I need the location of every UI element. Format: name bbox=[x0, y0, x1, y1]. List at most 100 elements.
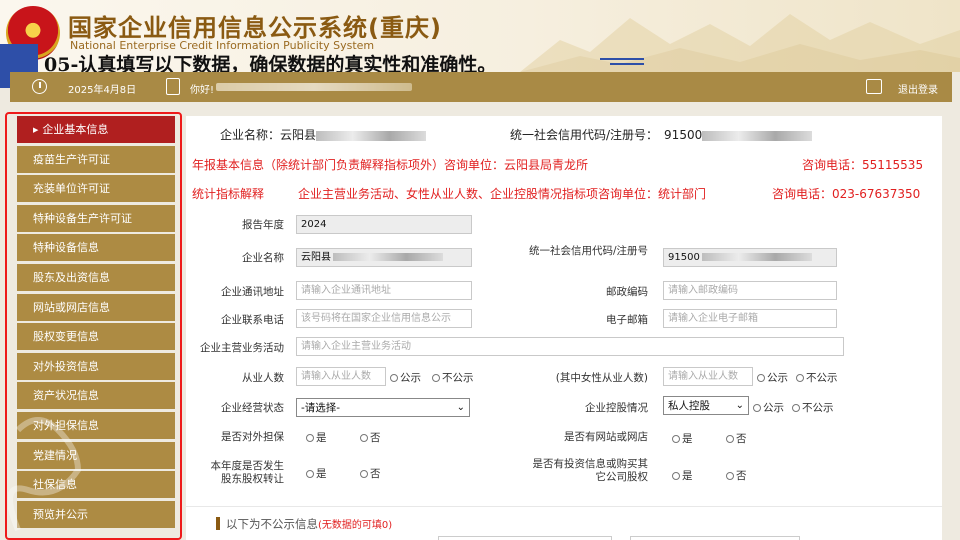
guarantee-label: 是否对外担保 bbox=[221, 431, 284, 443]
phone-input[interactable]: 该号码将在国家企业信用信息公示 bbox=[296, 309, 472, 328]
radio-circle-icon bbox=[432, 374, 440, 382]
address-input[interactable]: 请输入企业通讯地址 bbox=[296, 281, 472, 300]
sidebar-item-basic-info[interactable]: ▶ 企业基本信息 bbox=[17, 116, 175, 143]
app-window: 国家企业信用信息公示系统(重庆) National Enterprise Cre… bbox=[0, 0, 960, 540]
address-label: 企业通讯地址 bbox=[221, 286, 284, 298]
radio-circle-icon bbox=[306, 470, 314, 478]
current-date: 2025年4月8日 bbox=[68, 85, 137, 96]
consult-phone-2: 咨询电话：023-67637350 bbox=[772, 187, 921, 201]
phone-label: 企业联系电话 bbox=[221, 314, 284, 326]
guarantee-yes-radio[interactable]: 是 bbox=[306, 430, 327, 445]
radio-label: 否 bbox=[370, 432, 381, 444]
radio-label: 否 bbox=[736, 470, 747, 482]
company-name-value: 云阳县 bbox=[280, 128, 317, 142]
postcode-input[interactable]: 请输入邮政编码 bbox=[663, 281, 837, 300]
sidebar-item-social-security[interactable]: 社保信息 bbox=[17, 471, 175, 499]
consult-phone-1: 咨询电话：55115535 bbox=[802, 158, 924, 172]
invest-no-radio[interactable]: 否 bbox=[726, 468, 747, 483]
hidden-input-1[interactable] bbox=[438, 536, 612, 540]
invest-label: 是否有投资信息或购买其它公司股权 bbox=[532, 458, 649, 483]
chevron-down-icon: ⌄ bbox=[456, 402, 465, 413]
sidebar-item-investment[interactable]: 对外投资信息 bbox=[17, 352, 175, 380]
radio-circle-icon bbox=[726, 435, 734, 443]
employees-input[interactable]: 请输入从业人数 bbox=[296, 367, 386, 386]
holding-private-radio[interactable]: 不公示 bbox=[792, 400, 834, 415]
hidden-input-2[interactable] bbox=[630, 536, 800, 540]
female-public-radio[interactable]: 公示 bbox=[757, 370, 788, 385]
username-redacted bbox=[216, 83, 412, 91]
greeting-text: 你好! bbox=[190, 85, 215, 96]
radio-circle-icon bbox=[360, 470, 368, 478]
email-label: 电子邮箱 bbox=[606, 314, 648, 326]
chevron-down-icon: ⌄ bbox=[735, 400, 744, 411]
sidebar-item-special-equipment-license[interactable]: 特种设备生产许可证 bbox=[17, 204, 175, 232]
sidebar-item-website[interactable]: 网站或网店信息 bbox=[17, 293, 175, 321]
notice-hint: (无数据的可填0) bbox=[318, 520, 393, 531]
website-yes-radio[interactable]: 是 bbox=[672, 431, 693, 446]
status-select-value: -请选择- bbox=[301, 402, 341, 414]
sidebar-item-party[interactable]: 党建情况 bbox=[17, 441, 175, 469]
status-select[interactable]: -请选择- ⌄ bbox=[296, 398, 470, 417]
female-employees-input[interactable]: 请输入从业人数 bbox=[663, 367, 753, 386]
radio-circle-icon bbox=[757, 374, 765, 382]
postcode-label: 邮政编码 bbox=[606, 286, 648, 298]
holding-public-radio[interactable]: 公示 bbox=[753, 400, 784, 415]
company-name-label: 企业名称： bbox=[220, 128, 281, 142]
employees-private-radio[interactable]: 不公示 bbox=[432, 370, 474, 385]
radio-label: 不公示 bbox=[442, 372, 474, 384]
sidebar-item-vaccine-license[interactable]: 疫苗生产许可证 bbox=[17, 145, 175, 173]
radio-label: 不公示 bbox=[806, 372, 838, 384]
radio-circle-icon bbox=[726, 472, 734, 480]
company-name-redacted bbox=[316, 131, 427, 141]
employees-label: 从业人数 bbox=[242, 372, 284, 384]
credit-code-value: 91500 bbox=[664, 128, 703, 142]
report-year-label: 报告年度 bbox=[242, 219, 284, 231]
holding-label: 企业控股情况 bbox=[585, 402, 648, 414]
radio-circle-icon bbox=[796, 374, 804, 382]
invest-yes-radio[interactable]: 是 bbox=[672, 468, 693, 483]
consult-line-2: 企业主营业务活动、女性从业人数、企业控股情况指标项咨询单位：统计部门 bbox=[298, 187, 707, 201]
notice-text: 以下为不公示信息 bbox=[226, 517, 318, 531]
enterprise-name-field: 云阳县 bbox=[296, 248, 472, 267]
company-name-row: 企业名称：云阳县 bbox=[220, 126, 427, 143]
holding-select-value: 私人控股 bbox=[668, 400, 710, 412]
business-label: 企业主营业务活动 bbox=[200, 342, 284, 354]
transfer-no-radio[interactable]: 否 bbox=[360, 466, 381, 481]
logout-link[interactable]: 退出登录 bbox=[898, 81, 938, 96]
guarantee-no-radio[interactable]: 否 bbox=[360, 430, 381, 445]
sidebar-item-shareholders[interactable]: 股东及出资信息 bbox=[17, 263, 175, 291]
status-label: 企业经营状态 bbox=[221, 402, 284, 414]
transfer-yes-radio[interactable]: 是 bbox=[306, 466, 327, 481]
radio-label: 是 bbox=[316, 468, 327, 480]
radio-label: 公示 bbox=[767, 372, 788, 384]
sidebar-item-assets[interactable]: 资产状况信息 bbox=[17, 382, 175, 410]
uscc-redacted bbox=[701, 253, 812, 261]
sidebar-item-preview[interactable]: 预览并公示 bbox=[17, 500, 175, 528]
sidebar-item-special-equipment-info[interactable]: 特种设备信息 bbox=[17, 234, 175, 262]
female-private-radio[interactable]: 不公示 bbox=[796, 370, 838, 385]
logout-icon[interactable] bbox=[866, 79, 882, 94]
section-marker bbox=[216, 517, 220, 530]
sidebar-item-filling-license[interactable]: 充装单位许可证 bbox=[17, 175, 175, 203]
radio-circle-icon bbox=[792, 404, 800, 412]
sidebar-item-equity-change[interactable]: 股权变更信息 bbox=[17, 323, 175, 351]
enterprise-name-redacted bbox=[333, 253, 443, 261]
radio-circle-icon bbox=[390, 374, 398, 382]
radio-label: 公示 bbox=[400, 372, 421, 384]
uscc-field: 91500 bbox=[663, 248, 837, 267]
email-input[interactable]: 请输入企业电子邮箱 bbox=[663, 309, 837, 328]
user-info-bar: 2025年4月8日 你好! 退出登录 bbox=[10, 72, 952, 102]
sidebar-item-guarantee[interactable]: 对外担保信息 bbox=[17, 411, 175, 439]
holding-select[interactable]: 私人控股 ⌄ bbox=[663, 396, 749, 415]
consult-line-1: 年报基本信息（除统计部门负责解释指标项外）咨询单位：云阳县局青龙所 bbox=[192, 158, 589, 172]
radio-circle-icon bbox=[306, 434, 314, 442]
employees-public-radio[interactable]: 公示 bbox=[390, 370, 421, 385]
radio-label: 是 bbox=[682, 470, 693, 482]
uscc-label: 统一社会信用代码/注册号 bbox=[528, 245, 648, 257]
enterprise-name-value: 云阳县 bbox=[301, 252, 331, 263]
report-year-field: 2024 bbox=[296, 215, 472, 234]
radio-circle-icon bbox=[360, 434, 368, 442]
business-input[interactable]: 请输入企业主营业务活动 bbox=[296, 337, 844, 356]
radio-circle-icon bbox=[672, 472, 680, 480]
website-no-radio[interactable]: 否 bbox=[726, 431, 747, 446]
